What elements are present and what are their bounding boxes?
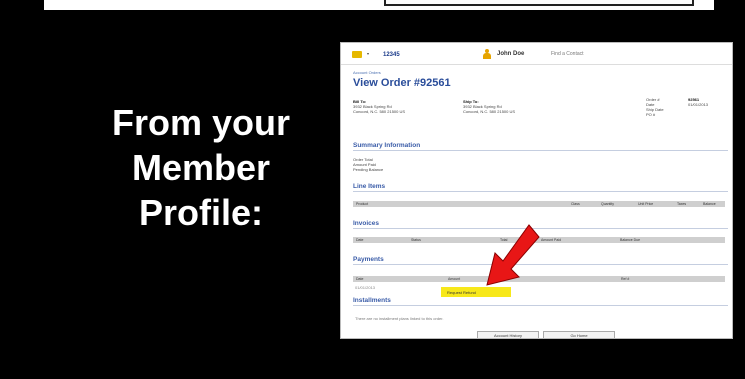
- order-meta-values: 92561 01/01/2013: [688, 97, 708, 107]
- folder-icon[interactable]: [352, 51, 362, 58]
- line-items-col-product: Product: [356, 202, 369, 206]
- bill-to-line2: Concord, N.C. 580 21500 US: [353, 109, 406, 114]
- screenshot-header: ▾ 12345 John Doe Find a Contact: [341, 43, 732, 65]
- summary-heading: Summary Information: [353, 142, 728, 151]
- meta-label-po: PO #: [646, 112, 656, 117]
- line-items-col-unit-price: Unit Price: [638, 202, 654, 206]
- line-items-col-class: Class: [571, 202, 580, 206]
- slide-line-1: From your: [111, 102, 290, 143]
- slide-line-2: Member: [131, 147, 271, 188]
- payment-row-date: 01/01/2013: [355, 285, 376, 290]
- line-items-col-quantity: Quantity: [601, 202, 615, 206]
- user-name[interactable]: John Doe: [497, 51, 524, 57]
- order-screenshot: ▾ 12345 John Doe Find a Contact Account …: [340, 42, 733, 339]
- payments-col-date: Date: [356, 277, 364, 281]
- payments-col-ref: Ref #: [621, 277, 630, 281]
- breadcrumb[interactable]: Account Orders: [353, 70, 381, 75]
- user-icon: [483, 49, 491, 59]
- dropdown-caret-icon[interactable]: ▾: [367, 51, 369, 56]
- top-notch: [384, 0, 694, 6]
- invoices-col-balance-due: Balance Due: [620, 238, 641, 242]
- slide-heading: From your Member Profile:: [92, 100, 310, 235]
- go-home-button[interactable]: Go Home: [543, 331, 615, 338]
- line-items-header-row: Product Class Quantity Unit Price Taxes …: [353, 201, 725, 207]
- ship-to-block: Ship To: 3932 Black Spring Rd Concord, N…: [463, 99, 515, 114]
- find-contact-link[interactable]: Find a Contact: [551, 51, 584, 57]
- page-title: View Order #92561: [353, 77, 451, 89]
- payments-col-amount: Amount: [448, 277, 461, 281]
- meta-order-date: 01/01/2013: [688, 102, 709, 107]
- line-items-col-balance: Balance: [703, 202, 716, 206]
- top-white-strip: [44, 0, 714, 10]
- account-number[interactable]: 12345: [383, 52, 400, 58]
- summary-rows: Order Total Amount Paid Pending Balance: [353, 157, 383, 172]
- summary-row-pending: Pending Balance: [353, 167, 384, 172]
- invoices-col-date: Date: [356, 238, 364, 242]
- red-pointer-arrow-icon: [486, 224, 540, 286]
- line-items-col-taxes: Taxes: [677, 202, 687, 206]
- account-history-button[interactable]: Account History: [477, 331, 539, 338]
- invoices-col-status: Status: [411, 238, 421, 242]
- order-meta-labels: Order # Date Ship Date PO #: [646, 97, 664, 117]
- slide-line-3: Profile:: [138, 192, 263, 233]
- bill-to-block: Bill To: 3932 Black Spring Rd Concord, N…: [353, 99, 405, 114]
- line-items-heading: Line Items: [353, 183, 728, 192]
- ship-to-line2: Concord, N.C. 580 21500 US: [463, 109, 516, 114]
- installments-empty-text: There are no installment plans linked to…: [355, 316, 444, 321]
